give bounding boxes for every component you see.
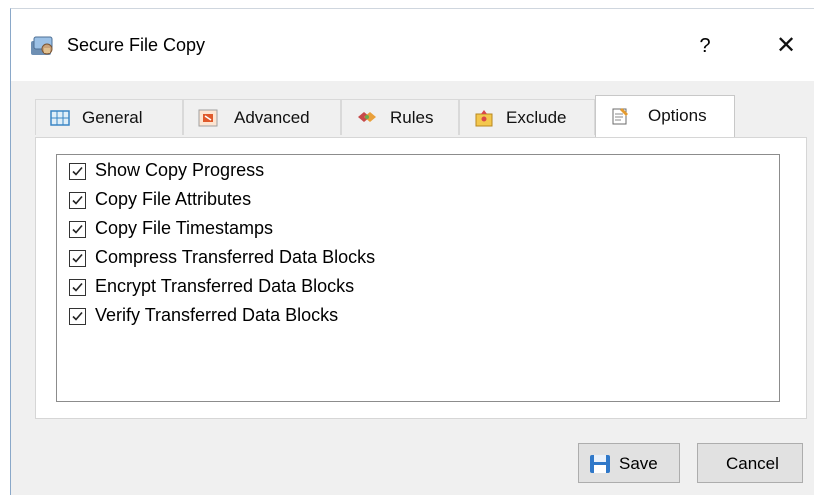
secure-copy-app-icon: [29, 33, 57, 57]
tab-general-label: General: [82, 108, 143, 127]
save-button-label: Save: [619, 454, 658, 473]
option-label: Encrypt Transferred Data Blocks: [95, 276, 355, 296]
rules-icon: [356, 108, 376, 128]
options-checklist: Show Copy Progress Copy File Attributes …: [56, 154, 780, 402]
tab-options[interactable]: Options: [595, 95, 735, 137]
window-title: Secure File Copy: [67, 35, 206, 55]
option-label: Compress Transferred Data Blocks: [95, 247, 376, 267]
floppy-disk-icon: [589, 454, 611, 474]
grid-icon: [50, 108, 70, 128]
checkbox[interactable]: [69, 308, 86, 325]
tab-options-label: Options: [648, 106, 707, 125]
close-button[interactable]: ✕: [769, 31, 803, 61]
tab-advanced[interactable]: Advanced: [183, 99, 341, 135]
option-label: Verify Transferred Data Blocks: [95, 305, 339, 325]
tab-exclude[interactable]: Exclude: [459, 99, 595, 135]
tab-exclude-label: Exclude: [506, 108, 567, 127]
checkbox[interactable]: [69, 163, 86, 180]
checkbox[interactable]: [69, 250, 86, 267]
cancel-button[interactable]: Cancel: [697, 443, 803, 483]
exclude-icon: [474, 108, 494, 128]
checkbox[interactable]: [69, 192, 86, 209]
dialog-window: Secure File Copy ? ✕ General Advanced Ru…: [10, 8, 814, 495]
tab-general[interactable]: General: [35, 99, 183, 135]
title-bar[interactable]: Secure File Copy ? ✕: [11, 9, 814, 81]
options-panel: Show Copy Progress Copy File Attributes …: [35, 137, 807, 419]
tab-rules-label: Rules: [390, 108, 434, 127]
help-button[interactable]: ?: [691, 31, 719, 61]
option-label: Show Copy Progress: [95, 160, 265, 180]
cancel-button-label: Cancel: [726, 454, 779, 473]
option-label: Copy File Attributes: [95, 189, 252, 209]
options-icon: [610, 106, 630, 126]
checkbox[interactable]: [69, 221, 86, 238]
checkbox[interactable]: [69, 279, 86, 296]
tab-rules[interactable]: Rules: [341, 99, 459, 135]
tab-advanced-label: Advanced: [234, 108, 310, 127]
option-label: Copy File Timestamps: [95, 218, 274, 238]
advanced-icon: [198, 108, 218, 128]
save-button[interactable]: Save: [578, 443, 680, 483]
